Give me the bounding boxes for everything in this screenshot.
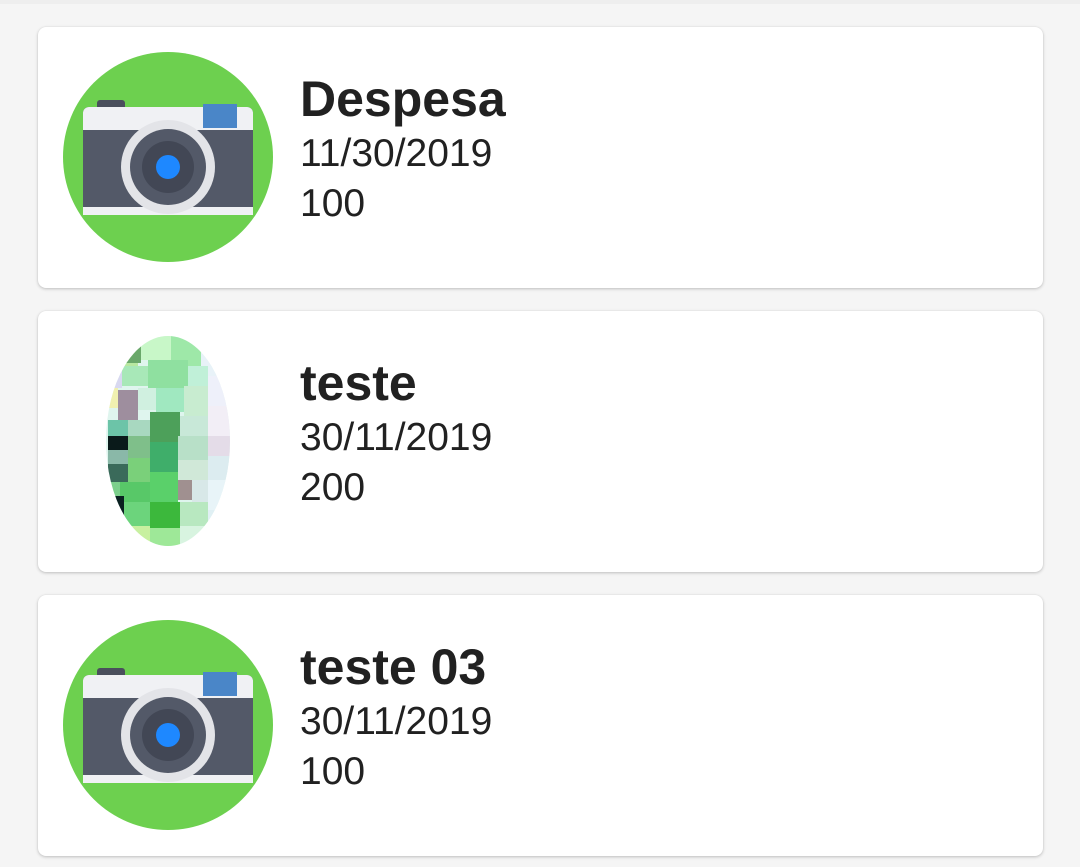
camera-icon[interactable] [63, 52, 273, 262]
expense-date: 11/30/2019 [300, 132, 493, 175]
expense-title: Despesa [300, 71, 506, 127]
expense-title: teste [300, 355, 417, 411]
expense-info: teste 03 30/11/2019 100 [300, 637, 492, 797]
expense-amount: 100 [300, 750, 366, 793]
expense-info: Despesa 11/30/2019 100 [300, 69, 506, 229]
expense-info: teste 30/11/2019 200 [300, 353, 492, 513]
expense-card[interactable]: teste 03 30/11/2019 100 [38, 595, 1043, 856]
expense-card[interactable]: Despesa 11/30/2019 100 [38, 27, 1043, 288]
expense-card[interactable]: teste 30/11/2019 200 [38, 311, 1043, 572]
expense-list[interactable]: Despesa 11/30/2019 100 teste 30/11/2019 … [0, 0, 1080, 867]
expense-amount: 200 [300, 466, 366, 509]
receipt-photo-thumbnail[interactable] [63, 336, 273, 546]
expense-date: 30/11/2019 [300, 416, 493, 459]
expense-title: teste 03 [300, 639, 487, 695]
camera-icon[interactable] [63, 620, 273, 830]
expense-date: 30/11/2019 [300, 700, 493, 743]
expense-amount: 100 [300, 182, 366, 225]
